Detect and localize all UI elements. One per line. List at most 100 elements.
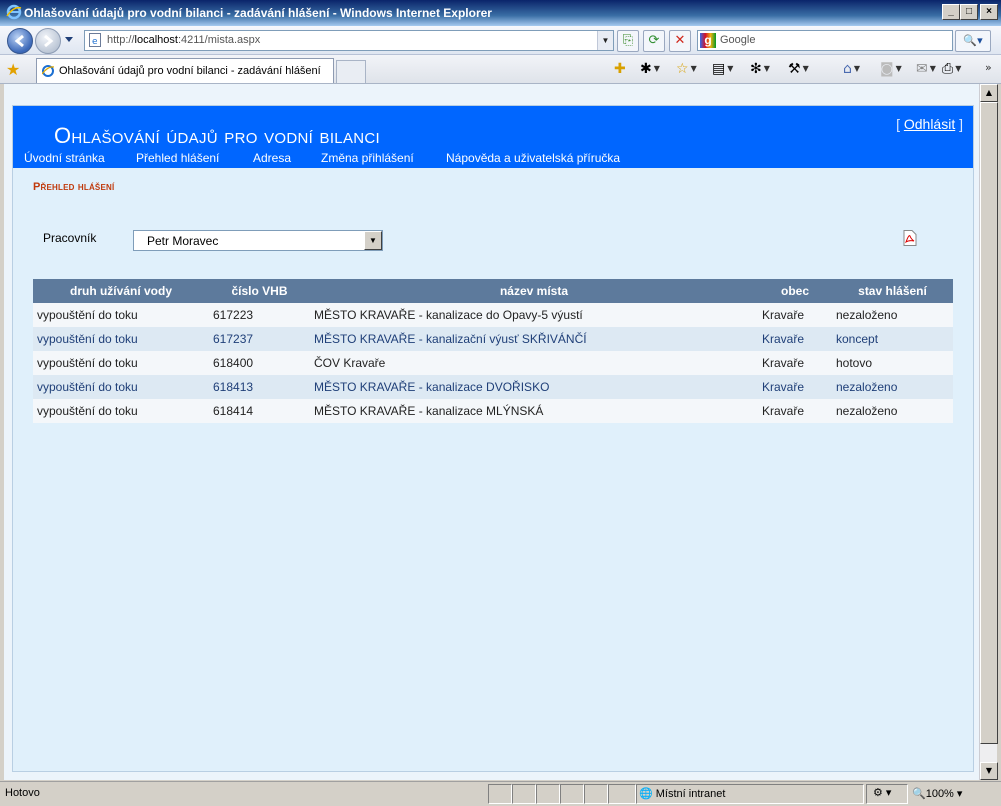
status-bar: Hotovo 🌐 Místní intranet ⚙ ▾ 🔍100% ▾: [0, 781, 1001, 806]
svg-text:e: e: [92, 37, 98, 47]
favorites-star-icon[interactable]: ★: [6, 60, 20, 79]
pdf-export-icon[interactable]: [903, 230, 917, 246]
column-header-vhb-number[interactable]: číslo VHB: [209, 279, 310, 303]
home-icon[interactable]: ⌂ ▼: [843, 60, 860, 78]
scroll-thumb[interactable]: [980, 102, 998, 744]
worker-select-dropdown-button[interactable]: ▼: [364, 231, 382, 250]
window-titlebar: Ohlašování údajů pro vodní bilanci - zad…: [0, 0, 1001, 26]
cell-municipality: Kravaře: [758, 327, 832, 351]
feeds-icon[interactable]: ◙ ▼: [880, 60, 902, 78]
status-pane: [488, 784, 512, 804]
google-logo-icon: g: [700, 33, 716, 48]
cell-municipality: Kravaře: [758, 375, 832, 399]
table-row[interactable]: vypouštění do toku 617237 MĚSTO KRAVAŘE …: [33, 327, 953, 351]
page-tools-icon[interactable]: ▤ ▼: [712, 60, 733, 78]
cell-vhb-number: 618414: [209, 399, 310, 423]
cell-municipality: Kravaře: [758, 399, 832, 423]
column-header-water-use[interactable]: druh užívání vody: [33, 279, 209, 303]
app-header: Ohlašování údajů pro vodní bilanci [ Odh…: [13, 106, 973, 168]
stop-icon[interactable]: ✕: [669, 30, 691, 52]
cell-vhb-number: 618413: [209, 375, 310, 399]
cell-water-use: vypouštění do toku: [33, 303, 209, 327]
menu-item-reports-overview[interactable]: Přehled hlášení: [136, 151, 219, 165]
compatibility-view-icon[interactable]: ⎘: [617, 30, 639, 52]
status-text: Hotovo: [5, 787, 40, 799]
cell-municipality: Kravaře: [758, 303, 832, 327]
cell-place-name[interactable]: MĚSTO KRAVAŘE - kanalizace do Opavy-5 vý…: [310, 303, 758, 327]
new-tab-button[interactable]: [336, 60, 366, 84]
logout-link[interactable]: Odhlásit: [904, 116, 955, 132]
cell-place-name[interactable]: MĚSTO KRAVAŘE - kanalizační výusť SKŘIVÁ…: [310, 327, 758, 351]
logout-wrapper: [ Odhlásit ]: [896, 116, 963, 132]
worker-select-value: Petr Moravec: [147, 234, 219, 248]
worker-select[interactable]: Petr Moravec ▼: [133, 230, 383, 251]
menu-item-help[interactable]: Nápověda a uživatelská příručka: [446, 151, 620, 165]
status-pane: [512, 784, 536, 804]
browser-tab[interactable]: Ohlašování údajů pro vodní bilanci - zad…: [36, 58, 334, 83]
url-text: http://localhost:4211/mista.aspx: [107, 34, 261, 46]
security-zone: 🌐 Místní intranet: [639, 788, 726, 800]
cell-place-name[interactable]: ČOV Kravaře: [310, 351, 758, 375]
table-row[interactable]: vypouštění do toku 617223 MĚSTO KRAVAŘE …: [33, 303, 953, 327]
status-pane: [608, 784, 636, 804]
spider-icon[interactable]: ✻ ▼: [750, 60, 770, 78]
cell-water-use: vypouštění do toku: [33, 327, 209, 351]
scroll-down-button[interactable]: ▼: [980, 762, 998, 780]
column-header-report-status[interactable]: stav hlášení: [832, 279, 953, 303]
maximize-button[interactable]: □: [960, 4, 978, 20]
cell-place-name[interactable]: MĚSTO KRAVAŘE - kanalizace MLÝNSKÁ: [310, 399, 758, 423]
cell-water-use: vypouštění do toku: [33, 351, 209, 375]
refresh-icon[interactable]: ⟳: [643, 30, 665, 52]
vertical-scrollbar[interactable]: ▲ ▼: [979, 84, 998, 780]
forward-button[interactable]: [35, 28, 61, 54]
address-dropdown-button[interactable]: ▼: [597, 31, 613, 50]
close-window-button[interactable]: ×: [980, 4, 998, 20]
tools-icon[interactable]: ⚒ ▼: [788, 60, 809, 78]
page-viewport: Ohlašování údajů pro vodní bilanci [ Odh…: [4, 84, 979, 780]
tab-label: Ohlašování údajů pro vodní bilanci - zad…: [59, 65, 321, 77]
address-bar[interactable]: e http://localhost:4211/mista.aspx ▼: [84, 30, 614, 51]
tab-page-icon: [42, 65, 54, 77]
cell-water-use: vypouštění do toku: [33, 375, 209, 399]
tab-toolbar: ★ Ohlašování údajů pro vodní bilanci - z…: [0, 55, 1001, 84]
window-title: Ohlašování údajů pro vodní bilanci - zad…: [24, 6, 492, 20]
back-button[interactable]: [7, 28, 33, 54]
scroll-up-button[interactable]: ▲: [980, 84, 998, 102]
cell-water-use: vypouštění do toku: [33, 399, 209, 423]
menu-item-home[interactable]: Úvodní stránka: [24, 151, 105, 165]
table-row[interactable]: vypouštění do toku 618400 ČOV Kravaře Kr…: [33, 351, 953, 375]
status-pane: [560, 784, 584, 804]
add-favorites-icon[interactable]: ✚: [614, 60, 626, 78]
menu-item-address[interactable]: Adresa: [253, 151, 291, 165]
navigation-toolbar: e http://localhost:4211/mista.aspx ▼ ⎘ ⟳…: [0, 26, 1001, 55]
menu-item-change-login[interactable]: Změna přihlášení: [321, 151, 414, 165]
cell-place-name[interactable]: MĚSTO KRAVAŘE - kanalizace DVOŘISKO: [310, 375, 758, 399]
zoom-level[interactable]: 🔍100% ▾: [912, 787, 962, 800]
ie-logo-icon: [6, 4, 22, 20]
minimize-button[interactable]: _: [942, 4, 960, 20]
table-row[interactable]: vypouštění do toku 618413 MĚSTO KRAVAŘE …: [33, 375, 953, 399]
cell-report-status: hotovo: [832, 351, 953, 375]
print-icon[interactable]: ⎙ ▼: [942, 60, 961, 78]
cell-municipality: Kravaře: [758, 351, 832, 375]
more-tools-chevron-icon[interactable]: »: [985, 61, 992, 74]
protected-mode-pane[interactable]: ⚙ ▾: [866, 784, 908, 804]
cell-report-status: nezaloženo: [832, 399, 953, 423]
cell-vhb-number: 617223: [209, 303, 310, 327]
back-arrow-icon: [14, 34, 24, 48]
cell-report-status: nezaloženo: [832, 375, 953, 399]
forward-arrow-icon: [44, 34, 54, 48]
section-title: Přehled hlášení: [33, 181, 115, 193]
search-button[interactable]: 🔍▾: [955, 30, 991, 52]
mail-icon[interactable]: ✉ ▼: [916, 60, 936, 78]
favorites-menu-icon[interactable]: ☆ ▼: [676, 60, 697, 78]
search-box[interactable]: g Google: [697, 30, 953, 51]
column-header-place-name[interactable]: název místa: [310, 279, 758, 303]
history-dropdown-icon[interactable]: [64, 36, 74, 44]
table-row[interactable]: vypouštění do toku 618414 MĚSTO KRAVAŘE …: [33, 399, 953, 423]
table-header-row: druh užívání vody číslo VHB název místa …: [33, 279, 953, 303]
reports-table: druh užívání vody číslo VHB název místa …: [33, 279, 953, 423]
column-header-municipality[interactable]: obec: [758, 279, 832, 303]
bug-icon[interactable]: ✱ ▼: [640, 60, 660, 78]
app-title: Ohlašování údajů pro vodní bilanci: [54, 123, 380, 148]
